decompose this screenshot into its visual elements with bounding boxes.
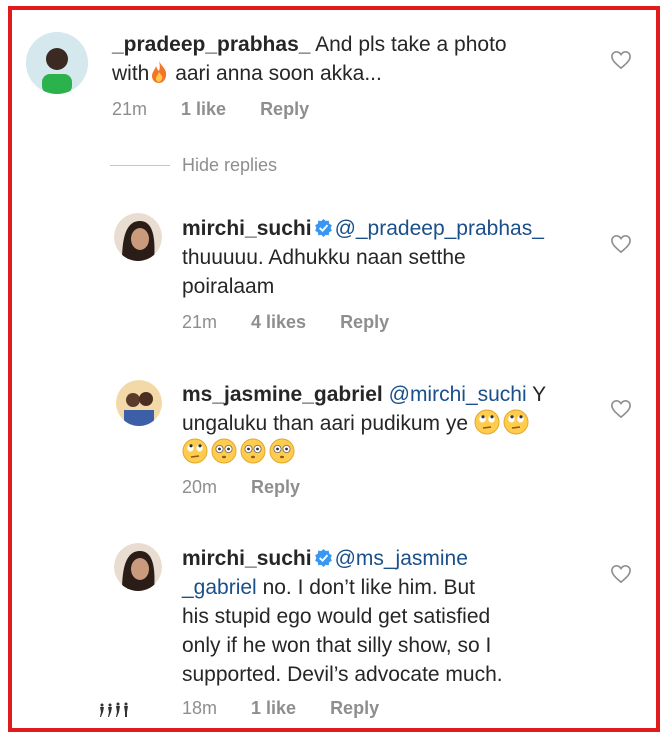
comment-body: ungaluku than aari pudikum ye [182,412,469,435]
reply-button[interactable]: Reply [260,99,309,120]
likes-count[interactable]: 4 likes [251,312,306,333]
mention-link[interactable]: @ms_jasmine [335,547,468,570]
comment-text: ms_jasmine_gabriel @mirchi_suchi Y ungal… [182,380,602,467]
comment-meta: 21m 1 like Reply [112,99,343,120]
flushed-emoji-icon [240,438,266,464]
verified-badge-icon [314,218,332,237]
comment-body: Y [526,383,547,406]
mention-link[interactable]: @_pradeep_prabhas_ [335,217,544,240]
flushed-emoji-icon [211,438,237,464]
username[interactable]: mirchi_suchi [182,217,312,240]
eye-roll-emoji-icon [474,409,500,435]
comment-meta: 20m Reply [182,477,334,498]
comment-body: thuuuuu. Adhukku naan setthe [182,246,466,269]
heart-icon[interactable] [610,399,632,419]
comment-text: mirchi_suchi @_pradeep_prabhas_ thuuuuu. … [182,214,602,301]
likes-count[interactable]: 1 like [251,698,296,719]
hide-replies-toggle[interactable]: Hide replies [110,155,277,176]
likes-count[interactable]: 1 like [181,99,226,120]
avatar-photo-icon [116,380,162,426]
comment-body: with [112,62,150,85]
comment-time: 18m [182,698,218,718]
comment-text: _pradeep_prabhas_ And pls take a photo w… [112,30,582,88]
avatar-photo-icon [26,32,88,94]
evolution-watermark-icon [100,702,128,717]
comment-time: 21m [182,312,218,332]
eye-roll-emoji-icon [503,409,529,435]
comment-time: 21m [112,99,148,119]
avatar[interactable] [116,380,162,426]
avatar[interactable] [114,543,162,591]
eye-roll-emoji-icon [182,438,208,464]
username[interactable]: mirchi_suchi [182,547,312,570]
username[interactable]: ms_jasmine_gabriel [182,383,383,406]
avatar[interactable] [26,32,88,94]
heart-icon[interactable] [610,564,632,584]
reply-button[interactable]: Reply [251,477,300,498]
comment-body: aari anna soon akka... [169,62,382,85]
avatar-photo-icon [114,213,162,261]
divider [110,165,170,166]
heart-icon[interactable] [610,234,632,254]
comment-body: And pls take a photo [315,33,507,56]
hide-replies-label[interactable]: Hide replies [182,155,277,176]
avatar-photo-icon [114,543,162,591]
mention-link[interactable]: @mirchi_suchi [389,383,527,406]
mention-link[interactable]: _gabriel [182,576,257,599]
comment-time: 20m [182,477,218,497]
comment-body: his stupid ego would get satisfied [182,605,491,628]
comment-meta: 21m 4 likes Reply [182,312,423,333]
heart-icon[interactable] [610,50,632,70]
comment-body: no. I don’t like him. But [256,576,476,599]
flushed-emoji-icon [269,438,295,464]
comment-body: poiralaam [182,275,275,298]
verified-badge-icon [314,548,332,567]
avatar[interactable] [114,213,162,261]
comment-body: only if he won that silly show, so I [182,634,492,657]
fire-emoji-icon [152,61,167,83]
reply-button[interactable]: Reply [330,698,379,719]
username[interactable]: _pradeep_prabhas_ [112,33,310,56]
comment-text: mirchi_suchi @ms_jasmine _gabriel no. I d… [182,544,602,689]
reply-button[interactable]: Reply [340,312,389,333]
comment-body: supported. Devil’s advocate much. [182,663,503,686]
comment-meta: 18m 1 like Reply [182,698,413,719]
